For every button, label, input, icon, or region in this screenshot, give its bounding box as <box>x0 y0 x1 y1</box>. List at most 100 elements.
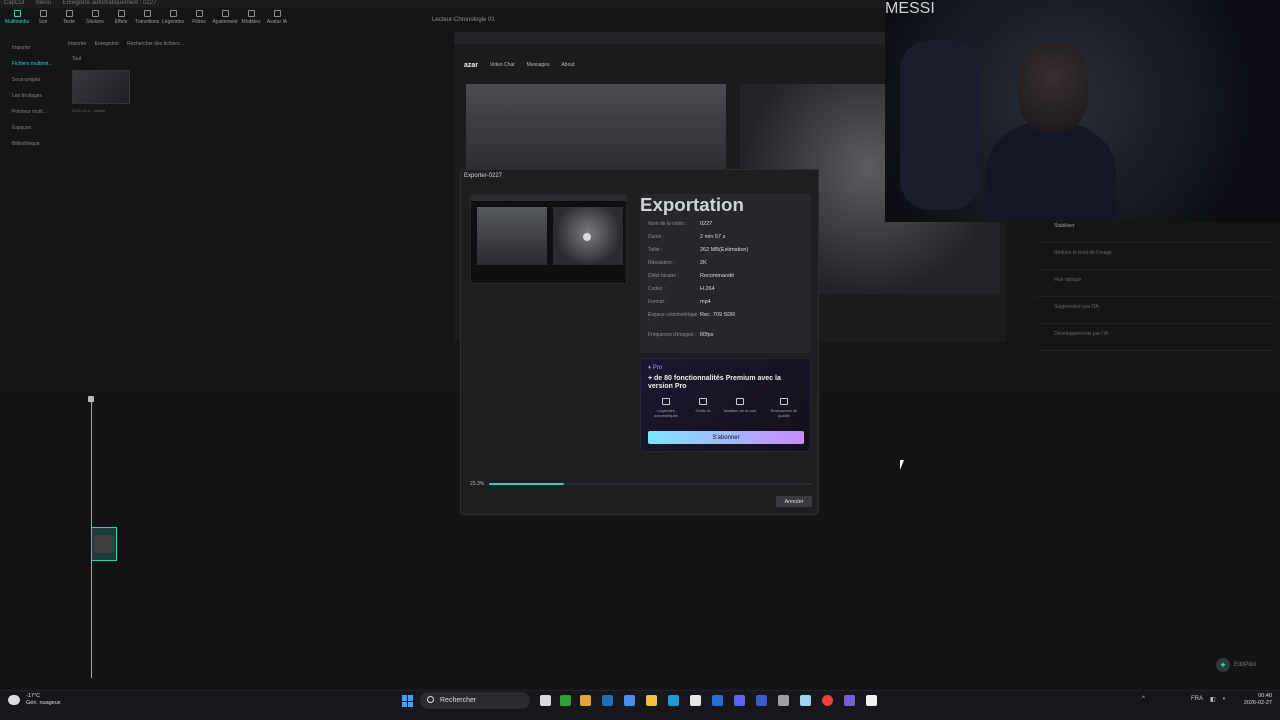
media-clip-caption: 2026-02-2...intitulé <box>72 108 106 113</box>
weather-widget[interactable]: -17°C Gén. nuageux <box>8 693 61 707</box>
webcam-person <box>986 120 1116 222</box>
sidebar-item-subprojects[interactable]: Sous-projets <box>6 72 62 88</box>
record-button[interactable]: Enregistrer <box>95 41 119 47</box>
main-toolbar: Multimédia Son Texte Stickers Effets Tra… <box>0 10 420 32</box>
tool-transitions[interactable]: Transitions <box>135 10 159 32</box>
field-label-name: Nom de la vidéo : <box>648 221 687 227</box>
weather-desc: Gén. nuageux <box>26 700 61 706</box>
import-button[interactable]: Importer <box>68 41 87 47</box>
pro-feature-captions: Légendes automatiques <box>648 398 684 418</box>
mail-icon[interactable] <box>712 695 723 706</box>
network-icon[interactable]: ◧ <box>1210 696 1216 703</box>
pro-promo-text: + de 80 fonctionnalités Premium avec la … <box>648 375 781 390</box>
media-actions: Importer Enregistrer Rechercher des fich… <box>68 38 418 50</box>
field-label-colorspace: Espace colorimétrique : <box>648 312 698 324</box>
capcut-taskbar-icon[interactable] <box>866 695 877 706</box>
volume-icon[interactable]: ◖ <box>1222 696 1226 702</box>
field-value-format: mp4 <box>700 299 711 305</box>
transition-icon <box>143 10 151 17</box>
tool-effects[interactable]: Effets <box>110 10 132 32</box>
editpilot-icon: ✦ <box>1216 658 1230 672</box>
taskbar-search[interactable]: Rechercher <box>420 692 530 709</box>
windows-start-icon[interactable] <box>402 695 414 707</box>
tool-templates[interactable]: Modèles <box>240 10 262 32</box>
edge-icon[interactable] <box>668 695 679 706</box>
sidebar-item-import[interactable]: Importer <box>6 40 62 56</box>
chrome-icon[interactable] <box>822 695 833 706</box>
language-indicator[interactable]: FRA <box>1191 696 1203 702</box>
app-orange-icon[interactable] <box>580 695 591 706</box>
azar-nav-messages: Messages <box>526 62 550 68</box>
preview-avatar-icon <box>583 233 591 241</box>
field-label-resolution: Résolution : <box>648 260 675 266</box>
pro-tag: ♦ Pro <box>648 365 663 371</box>
app-cyan-icon[interactable] <box>800 695 811 706</box>
weather-temp: -17°C <box>26 693 41 699</box>
steam-icon[interactable] <box>602 695 613 706</box>
webcam-face <box>1018 42 1088 132</box>
sidebar-item-sfx[interactable]: Les bruitages <box>6 88 62 104</box>
tool-text[interactable]: Texte <box>58 10 80 32</box>
field-value-resolution: 2K <box>700 260 707 266</box>
adjust-icon <box>221 10 229 17</box>
field-label-size: Taille : <box>648 247 663 253</box>
editpilot-label: EditPilot <box>1234 662 1257 668</box>
inspector-ai-removal[interactable]: Suppression par l'IA <box>1036 297 1276 324</box>
field-label-codec: Codec : <box>648 286 666 292</box>
tool-stickers[interactable]: Stickers <box>84 10 106 32</box>
media-section-label: Tout <box>72 56 82 62</box>
settings-icon[interactable] <box>778 695 789 706</box>
inspector-ai-enhance[interactable]: Développements par l'IA <box>1036 324 1276 351</box>
media-search-input[interactable]: Rechercher des fichiers... <box>127 41 184 47</box>
preview-video-left <box>466 84 726 174</box>
field-label-format: Format : <box>648 299 667 305</box>
inspector-denoise[interactable]: Réduire le bruit de l'image <box>1036 243 1276 270</box>
file-explorer-icon[interactable] <box>646 695 657 706</box>
preview-bar <box>471 195 626 201</box>
export-progress-fill <box>489 483 564 485</box>
playhead-handle[interactable] <box>88 396 94 402</box>
app-purple-icon[interactable] <box>844 695 855 706</box>
cancel-button[interactable]: Annuler <box>776 496 812 507</box>
app-blue-icon[interactable] <box>756 695 767 706</box>
tool-filters[interactable]: Filtres <box>188 10 210 32</box>
tool-audio[interactable]: Son <box>32 10 54 32</box>
tool-captions[interactable]: Légendes <box>162 10 184 32</box>
subscribe-button[interactable]: S'abonner <box>648 431 804 444</box>
discord-icon[interactable] <box>734 695 745 706</box>
field-value-size: 262 MB(Estimation) <box>700 247 749 253</box>
tool-adjust[interactable]: Ajustement <box>213 10 238 32</box>
menu-button[interactable]: Menu <box>36 0 51 6</box>
export-heading: Exportation <box>640 194 744 215</box>
player-title: Lecteur-Chronologie 01 <box>432 17 495 23</box>
tray-chevron-up-icon[interactable]: ^ <box>1142 696 1145 702</box>
copilot-icon[interactable] <box>624 695 635 706</box>
sidebar-item-media[interactable]: Fichiers multimé... <box>6 56 62 72</box>
sidebar-item-library[interactable]: Bibliothèque <box>6 136 62 152</box>
azar-nav-about: About <box>561 62 575 68</box>
editpilot-widget[interactable]: ✦ EditPilot <box>1216 658 1256 672</box>
field-label-framerate: Fréquence d'images : <box>648 332 696 338</box>
taskbar-clock[interactable]: 00:40 2026-02-27 <box>1238 693 1272 707</box>
field-label-bitrate: Débit binaire : <box>648 273 679 279</box>
captions-icon <box>169 10 177 17</box>
xbox-icon[interactable] <box>560 695 571 706</box>
pro-feature-voice-isolation: Isolation de la voix <box>722 398 758 413</box>
sidebar-item-spaces[interactable]: Espaces <box>6 120 62 136</box>
export-progress-label: 23.3% <box>470 481 485 487</box>
task-view-icon[interactable] <box>540 695 551 706</box>
search-icon <box>427 696 434 703</box>
azar-nav: azar Video Chat Messages About <box>460 56 890 74</box>
tool-ai-avatar[interactable]: Avatar IA <box>266 10 288 32</box>
voice-icon <box>736 398 744 405</box>
inspector-optical-flow[interactable]: Flux optique <box>1036 270 1276 297</box>
store-icon[interactable] <box>690 695 701 706</box>
media-clip-thumbnail[interactable] <box>72 70 130 104</box>
field-value-duration: 2 min 57 s <box>700 234 726 240</box>
tool-multimedia[interactable]: Multimédia <box>5 10 29 32</box>
field-value-codec: H.264 <box>700 286 715 292</box>
field-value-name: 0227 <box>700 221 713 227</box>
sidebar-item-pointer[interactable]: Pointeur multi... <box>6 104 62 120</box>
pro-feature-ai-tools: Outils IA <box>685 398 721 413</box>
export-preview <box>470 194 627 284</box>
